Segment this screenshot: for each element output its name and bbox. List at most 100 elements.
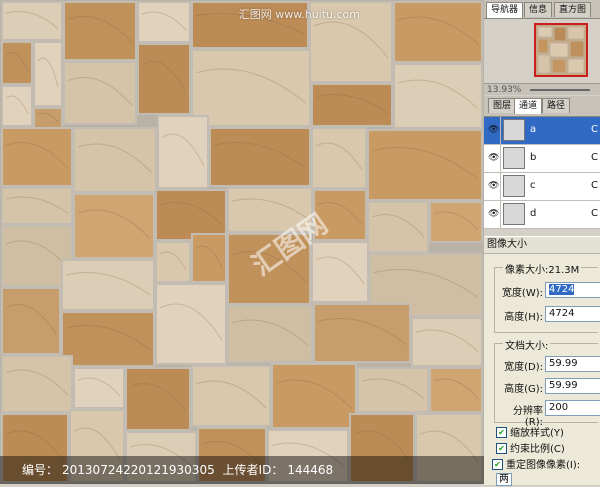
check-icon[interactable]: ✔ (496, 426, 507, 438)
eye-icon[interactable]: 👁 (488, 125, 499, 135)
stone-tile (157, 115, 209, 189)
tab-navigator[interactable]: 导航器 (486, 2, 524, 18)
tab-channels[interactable]: 通道 (514, 98, 543, 114)
channel-name: c (530, 180, 536, 191)
stone-tile (367, 129, 483, 201)
number-label: 编号： (22, 463, 59, 477)
document-size-group: 文档大小: 宽度(D): 59.99 高度(G): 59.99 分辨率(R): … (494, 337, 600, 428)
pixel-dimensions-group: 像素大小:21.3M 宽度(W): 4724 高度(H): 4724 (494, 261, 600, 333)
channel-thumbnail (503, 203, 525, 225)
navigator-thumbnail[interactable] (534, 23, 588, 77)
resample-select[interactable]: 两 (496, 473, 512, 486)
stone-tile (137, 1, 191, 43)
navigator-tabs: 导航器 信息 直方图 (484, 0, 600, 19)
channel-row[interactable]: 👁 d C (484, 201, 600, 229)
tab-info[interactable]: 信息 (524, 2, 553, 17)
image-size-dialog: 图像大小 像素大小:21.3M 宽度(W): 4724 高度(H): 4724 … (484, 236, 600, 486)
eye-icon[interactable]: 👁 (488, 153, 499, 163)
channel-thumbnail (503, 147, 525, 169)
tab-layers[interactable]: 图层 (488, 98, 517, 113)
stone-tile (61, 259, 155, 311)
stone-tile (155, 189, 227, 241)
tab-paths[interactable]: 路径 (542, 98, 571, 113)
channel-name: b (530, 152, 537, 163)
width-label: 宽度(W): (501, 288, 543, 299)
resample-checkbox[interactable]: ✔ 重定图像像素(I): 两 (492, 458, 600, 486)
stone-tile (73, 367, 125, 409)
stone-tile (1, 355, 73, 413)
number-value: 20130724220121930305 (62, 463, 215, 477)
pixel-dimensions-label: 像素大小:21.3M (503, 261, 582, 276)
resolution-input[interactable]: 200 (545, 400, 600, 416)
layers-panel: 图层 通道 路径 👁 a C 👁 b C 👁 c C 👁 d C (484, 96, 600, 230)
stone-tile (311, 83, 393, 127)
stone-tile (155, 283, 227, 365)
eye-icon[interactable]: 👁 (488, 181, 499, 191)
constrain-proportions-checkbox[interactable]: ✔ 约束比例(C) (496, 442, 565, 457)
scale-styles-checkbox[interactable]: ✔ 缩放样式(Y) (496, 426, 564, 441)
stone-tile (357, 367, 429, 413)
stone-tile (1, 41, 33, 85)
resolution-row: 分辨率(R): 200 (495, 400, 600, 428)
stone-tile (191, 365, 271, 427)
stone-tile (1, 127, 73, 187)
channel-shortcut: C (591, 152, 598, 163)
uploader-id: 144468 (287, 463, 334, 477)
stone-tile (73, 193, 155, 259)
stone-tile (429, 367, 483, 413)
stone-tile (63, 1, 137, 61)
stone-tile (61, 311, 155, 367)
doc-width-input[interactable]: 59.99 (545, 356, 600, 372)
channel-row[interactable]: 👁 b C (484, 145, 600, 173)
stone-tile (429, 201, 483, 243)
stone-tile (271, 363, 357, 429)
stone-tile (33, 41, 63, 107)
stone-tile (1, 1, 63, 41)
dialog-title: 图像大小 (484, 237, 600, 254)
navigator-footer: 13.93% (484, 83, 600, 95)
tab-histogram[interactable]: 直方图 (554, 2, 592, 17)
zoom-slider[interactable] (530, 89, 590, 91)
channel-row[interactable]: 👁 c C (484, 173, 600, 201)
stone-tile (191, 49, 311, 127)
stone-tile (63, 61, 137, 125)
stone-tile (155, 241, 191, 283)
channel-name: a (530, 124, 537, 135)
layers-tabs: 图层 通道 路径 (484, 96, 600, 117)
stone-tile (33, 107, 63, 129)
channel-shortcut: C (591, 180, 598, 191)
site-watermark: 汇图网 www.huitu.com (238, 8, 360, 21)
zoom-level[interactable]: 13.93% (487, 85, 521, 95)
resolution-label: 分辨率(R): (513, 406, 543, 428)
id-watermark-bar: 编号： 20130724220121930305 上传者ID： 144468 (0, 456, 484, 484)
width-input[interactable]: 4724 (545, 282, 600, 298)
doc-height-label: 高度(G): (504, 384, 543, 395)
stone-tile (125, 367, 191, 431)
doc-width-row: 宽度(D): 59.99 (495, 356, 600, 373)
height-row: 高度(H): 4724 (495, 306, 600, 323)
channel-thumbnail (503, 119, 525, 141)
document-size-label: 文档大小: (503, 337, 551, 352)
stone-tile (313, 303, 411, 363)
width-row: 宽度(W): 4724 (495, 282, 600, 299)
stone-tile (411, 317, 483, 367)
uploader-label: 上传者ID： (222, 463, 284, 477)
stone-tile (1, 287, 61, 355)
channel-row[interactable]: 👁 a C (484, 117, 600, 145)
channel-thumbnail (503, 175, 525, 197)
stone-tile (209, 127, 311, 187)
check-icon[interactable]: ✔ (492, 458, 503, 470)
stone-tile (367, 201, 429, 253)
image-canvas[interactable]: 汇图网 www.huitu.com 汇图网 编号： 201307242201219… (0, 0, 484, 484)
navigator-body (484, 19, 600, 83)
stone-tile (73, 127, 157, 193)
stone-tile (227, 305, 313, 363)
doc-width-label: 宽度(D): (504, 362, 543, 373)
stone-tile (393, 63, 483, 129)
stone-tile (1, 85, 33, 127)
height-input[interactable]: 4724 (545, 306, 600, 322)
doc-height-input[interactable]: 59.99 (545, 378, 600, 394)
stone-tile (1, 187, 73, 225)
check-icon[interactable]: ✔ (496, 442, 507, 454)
eye-icon[interactable]: 👁 (488, 209, 499, 219)
